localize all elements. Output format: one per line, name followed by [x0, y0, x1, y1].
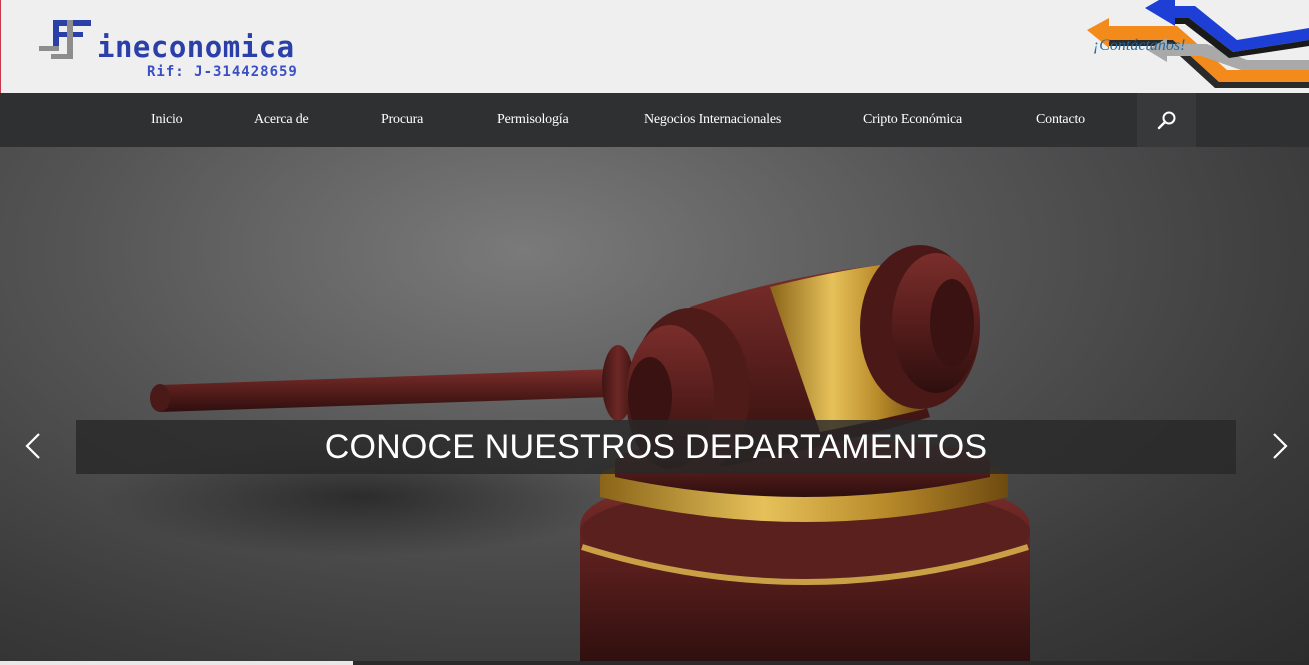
nav-item-cripto-economica[interactable]: Cripto Económica — [863, 93, 962, 147]
hero-slider: CONOCE NUESTROS DEPARTAMENTOS — [0, 147, 1309, 665]
logo-rif: Rif: J-314428659 — [147, 64, 298, 80]
slide-caption-bar: CONOCE NUESTROS DEPARTAMENTOS — [76, 420, 1236, 474]
nav-item-acerca-de[interactable]: Acerca de — [254, 93, 309, 147]
slider-progress-fill — [0, 661, 354, 665]
nav-item-permisologia[interactable]: Permisología — [497, 93, 569, 147]
nav-item-procura[interactable]: Procura — [381, 93, 423, 147]
slider-next-button[interactable] — [1265, 429, 1295, 463]
site-header: ineconomica Rif: J-314428659 ¡Contáctano… — [0, 0, 1309, 93]
nav-search-button[interactable] — [1137, 93, 1196, 147]
logo-mark-icon — [39, 20, 91, 59]
slider-progress-track — [0, 661, 1309, 665]
contact-us-link[interactable]: ¡Contáctanos! — [1093, 36, 1185, 56]
site-logo[interactable]: ineconomica Rif: J-314428659 — [37, 16, 307, 82]
chevron-left-icon — [25, 433, 40, 459]
chevron-right-icon — [1273, 433, 1288, 459]
nav-item-inicio[interactable]: Inicio — [151, 93, 183, 147]
nav-item-contacto[interactable]: Contacto — [1036, 93, 1085, 147]
slider-prev-button[interactable] — [18, 429, 48, 463]
main-nav: Inicio Acerca de Procura Permisología Ne… — [0, 93, 1309, 147]
slide-caption: CONOCE NUESTROS DEPARTAMENTOS — [324, 428, 988, 466]
nav-item-negocios-internacionales[interactable]: Negocios Internacionales — [644, 93, 781, 147]
logo-wordmark: ineconomica — [97, 30, 295, 64]
search-icon — [1157, 111, 1175, 130]
gavel-image — [100, 245, 1030, 665]
